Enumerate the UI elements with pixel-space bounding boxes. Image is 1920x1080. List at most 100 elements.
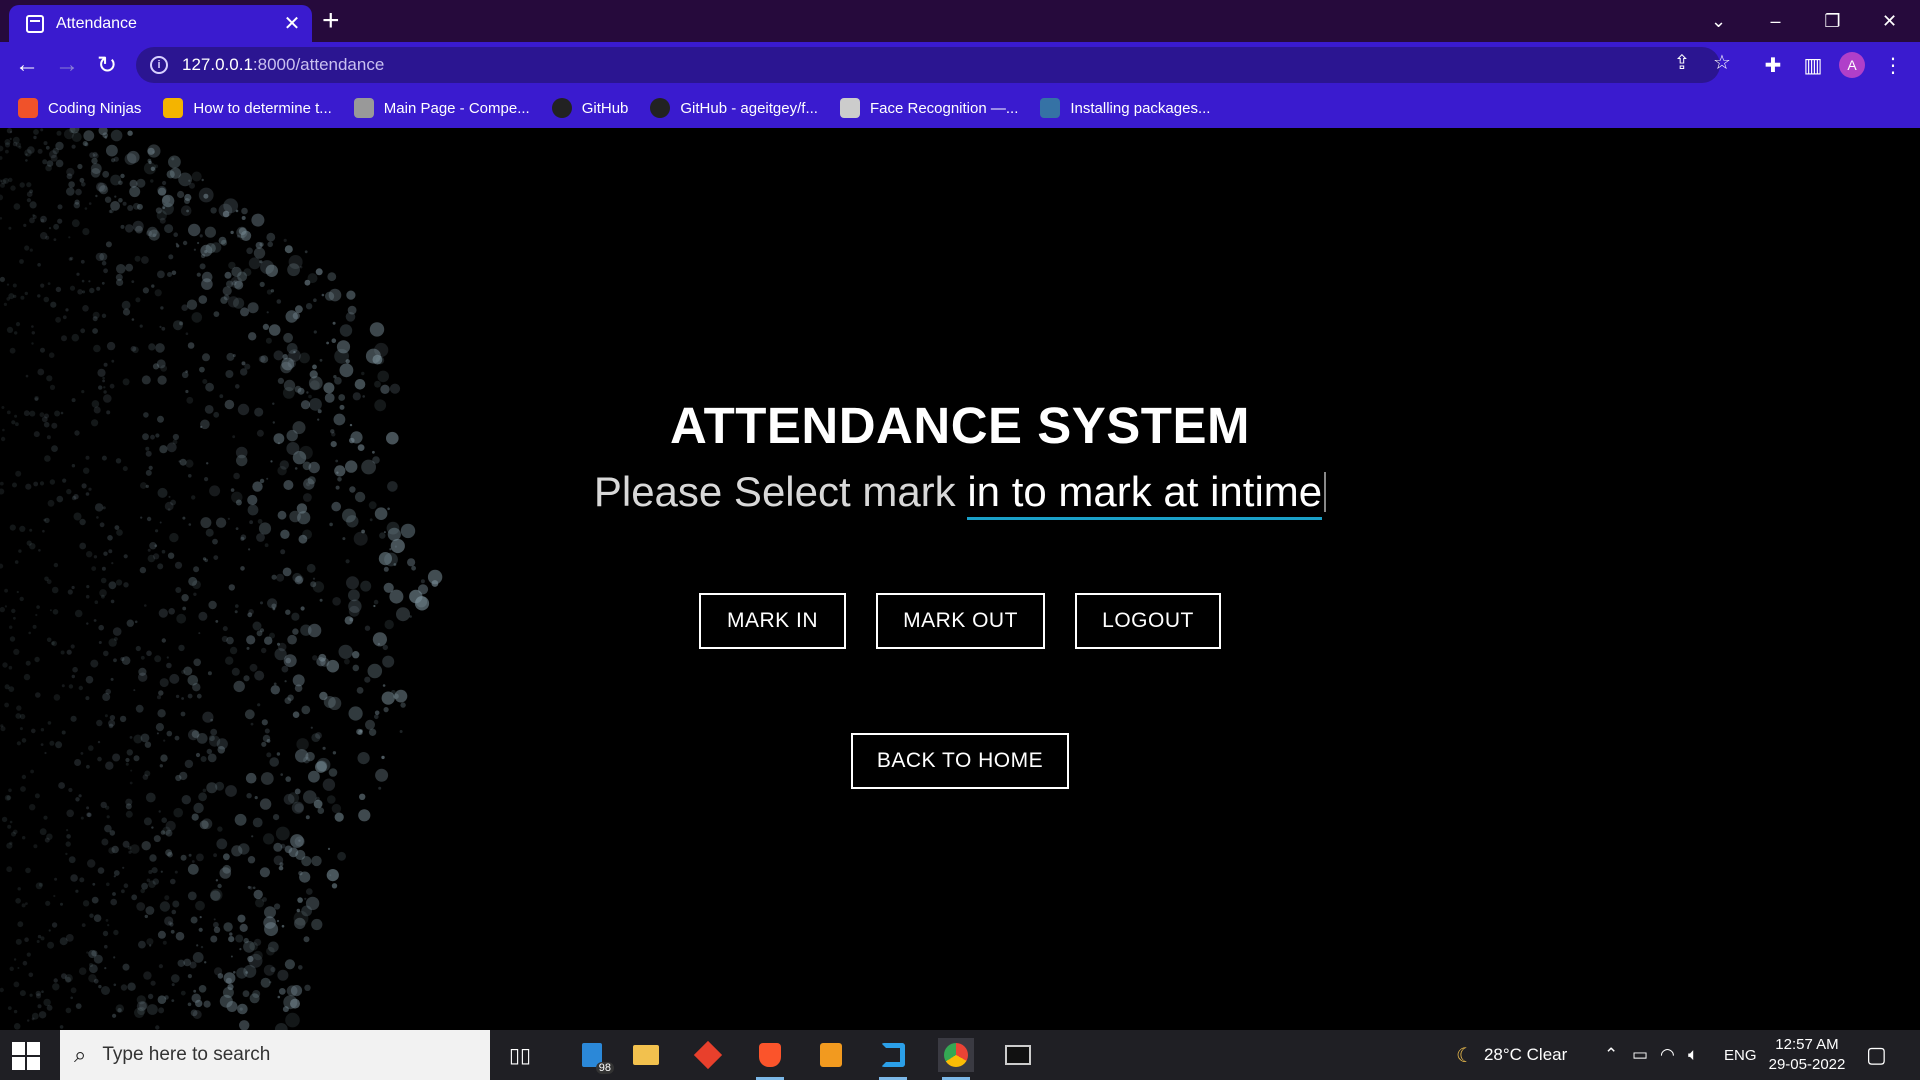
bookmark-item[interactable]: GitHub - ageitgey/f... bbox=[650, 98, 818, 118]
share-icon[interactable]: ⇪ bbox=[1670, 50, 1694, 74]
particle-dot bbox=[79, 542, 87, 550]
particle-dot bbox=[66, 649, 72, 655]
particle-dot bbox=[369, 518, 373, 522]
particle-dot bbox=[66, 829, 69, 832]
bookmark-item[interactable]: How to determine t... bbox=[163, 98, 332, 118]
particle-dot bbox=[285, 609, 291, 615]
reload-button[interactable]: ↻ bbox=[92, 50, 122, 80]
particle-dot bbox=[286, 343, 298, 354]
menu-icon[interactable]: ⋮ bbox=[1880, 52, 1906, 78]
particle-dot bbox=[190, 1009, 198, 1017]
bookmark-star-icon[interactable]: ☆ bbox=[1710, 50, 1734, 74]
tab-search-icon[interactable]: ⌄ bbox=[1690, 0, 1747, 42]
particle-dot bbox=[112, 627, 122, 636]
particle-dot bbox=[53, 223, 59, 230]
bookmark-item[interactable]: Face Recognition —... bbox=[839, 98, 1018, 118]
brave-browser-icon[interactable] bbox=[752, 1038, 788, 1080]
particle-dot bbox=[107, 924, 110, 927]
notifications-icon[interactable]: ▢ bbox=[1866, 1030, 1887, 1080]
weather-widget[interactable]: ☾ 28°C Clear bbox=[1456, 1030, 1567, 1080]
particle-dot bbox=[216, 838, 228, 850]
bookmark-item[interactable]: GitHub bbox=[551, 98, 628, 118]
particle-dot bbox=[141, 375, 151, 385]
particle-dot bbox=[319, 598, 323, 602]
particle-dot bbox=[319, 691, 328, 701]
volume-icon[interactable]: 🔈︎ bbox=[1688, 1030, 1698, 1080]
mark-out-button[interactable]: MARK OUT bbox=[876, 593, 1045, 649]
sublime-text-icon[interactable] bbox=[813, 1038, 849, 1072]
bookmark-item[interactable]: Main Page - Compe... bbox=[353, 98, 530, 118]
particle-dot bbox=[181, 669, 186, 675]
particle-dot bbox=[85, 696, 90, 701]
show-hidden-icons[interactable]: ⌃ bbox=[1604, 1030, 1618, 1080]
particle-dot bbox=[345, 359, 350, 364]
particle-dot bbox=[202, 379, 208, 384]
particle-dot bbox=[20, 786, 26, 792]
particle-dot bbox=[152, 233, 157, 238]
battery-icon[interactable]: ▭ bbox=[1632, 1030, 1648, 1080]
particle-dot bbox=[305, 815, 310, 820]
particle-dot bbox=[171, 999, 175, 1002]
particle-dot bbox=[176, 244, 180, 248]
close-tab-icon[interactable]: ✕ bbox=[278, 11, 306, 36]
particle-dot bbox=[97, 740, 101, 744]
particle-dot bbox=[40, 743, 44, 746]
particle-dot bbox=[225, 370, 234, 378]
particle-dot bbox=[249, 520, 254, 525]
particle-dot bbox=[5, 149, 9, 154]
particle-dot bbox=[110, 129, 123, 142]
minimize-button[interactable]: – bbox=[1747, 0, 1804, 42]
particle-dot bbox=[334, 377, 342, 385]
taskbar-search-input[interactable]: ⌕ Type here to search bbox=[60, 1030, 490, 1080]
particle-dot bbox=[8, 665, 13, 670]
particle-dot bbox=[68, 236, 71, 239]
browser-tab[interactable]: Attendance ✕ bbox=[9, 5, 312, 42]
particle-dot bbox=[6, 795, 12, 801]
particle-dot bbox=[49, 150, 57, 159]
particle-dot bbox=[171, 270, 177, 276]
wifi-icon[interactable]: ◠ bbox=[1660, 1030, 1675, 1080]
bookmark-item[interactable]: Coding Ninjas bbox=[18, 98, 141, 118]
address-bar[interactable]: i 127.0.0.1:8000/attendance bbox=[136, 47, 1720, 83]
language-indicator[interactable]: ENG bbox=[1724, 1030, 1757, 1080]
particle-dot bbox=[187, 342, 195, 349]
particle-dot bbox=[26, 540, 32, 546]
forward-button[interactable]: → bbox=[52, 50, 82, 80]
new-tab-button[interactable]: + bbox=[322, 6, 340, 36]
back-button[interactable]: ← bbox=[12, 50, 42, 80]
chrome-icon[interactable] bbox=[938, 1038, 974, 1080]
task-view-icon[interactable]: ▯▯ bbox=[502, 1038, 538, 1072]
mark-in-button[interactable]: MARK IN bbox=[699, 593, 846, 649]
restore-button[interactable]: ❐ bbox=[1804, 0, 1861, 42]
particle-dot bbox=[284, 680, 287, 683]
particle-dot bbox=[193, 802, 204, 814]
terminal-icon[interactable] bbox=[1000, 1038, 1036, 1072]
particle-dot bbox=[109, 715, 116, 721]
particle-dot bbox=[110, 677, 114, 681]
close-window-button[interactable]: ✕ bbox=[1861, 0, 1918, 42]
particle-dot bbox=[103, 362, 108, 367]
particle-dot bbox=[357, 752, 370, 765]
particle-dot bbox=[323, 382, 335, 394]
file-explorer-icon[interactable] bbox=[628, 1038, 664, 1072]
clock[interactable]: 12:57 AM 29-05-2022 bbox=[1766, 1030, 1848, 1080]
browser-titlebar: Attendance ✕ + ⌄ – ❐ ✕ bbox=[0, 0, 1920, 42]
extensions-icon[interactable]: ✚ bbox=[1760, 52, 1786, 78]
vscode-icon[interactable] bbox=[875, 1038, 911, 1080]
particle-dot bbox=[197, 241, 200, 245]
particle-dot bbox=[390, 538, 405, 554]
particle-dot bbox=[280, 773, 284, 776]
particle-dot bbox=[93, 619, 97, 622]
site-info-icon[interactable]: i bbox=[150, 56, 168, 74]
profile-avatar[interactable]: A bbox=[1839, 52, 1865, 78]
logout-button[interactable]: LOGOUT bbox=[1075, 593, 1221, 649]
particle-dot bbox=[127, 130, 133, 136]
bookmark-item[interactable]: Installing packages... bbox=[1040, 98, 1210, 118]
side-panel-icon[interactable]: ▥ bbox=[1800, 52, 1826, 78]
mail-app-icon[interactable]: 98 bbox=[574, 1038, 614, 1074]
back-to-home-button[interactable]: BACK TO HOME bbox=[851, 733, 1069, 789]
particle-dot bbox=[248, 332, 257, 341]
git-app-icon[interactable] bbox=[690, 1038, 726, 1072]
particle-dot bbox=[175, 587, 182, 593]
windows-start-icon[interactable] bbox=[12, 1042, 40, 1070]
